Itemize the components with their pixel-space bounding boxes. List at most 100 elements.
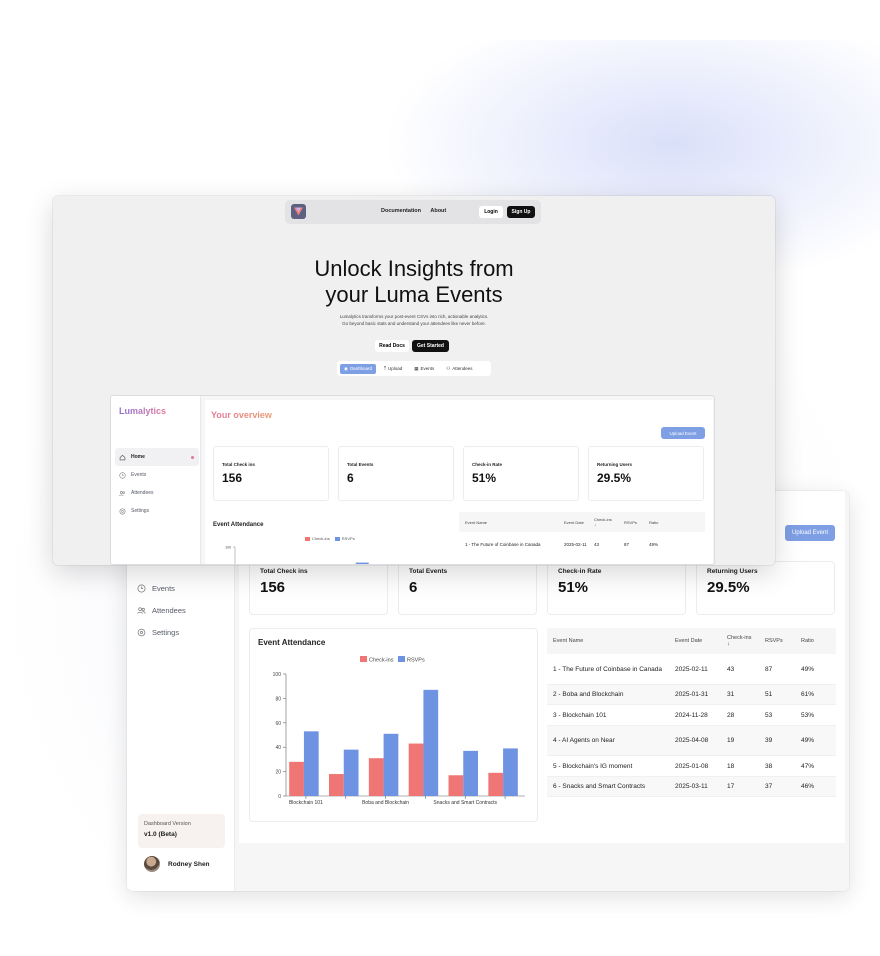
sidebar-item-settings[interactable]: Settings xyxy=(115,502,199,520)
sidebar-item-home[interactable]: Home xyxy=(115,448,199,466)
cell-rsvps: 87 xyxy=(624,541,630,547)
events-table: Event Name Event Date Check-ins ↓ RSVPs R… xyxy=(547,628,836,797)
sort-arrow-icon: ↓ xyxy=(594,522,596,527)
table-row[interactable]: 2 - Boba and Blockchain 2025-01-31 31 51… xyxy=(547,685,836,705)
read-docs-button[interactable]: Read Docs xyxy=(375,340,409,352)
stat-label: Check-in Rate xyxy=(472,462,503,467)
chart-legend: Check-ins RSVPs xyxy=(360,656,425,664)
signup-button[interactable]: Sign Up xyxy=(507,206,535,218)
upload-event-button[interactable]: Upload Event xyxy=(661,427,705,439)
y-tick-label: 100 xyxy=(225,546,231,550)
legend-checkins: Check-ins xyxy=(305,536,330,541)
bar-rsvps xyxy=(503,748,518,796)
hero-subtitle-line: Go beyond basic stats and understand you… xyxy=(342,321,486,326)
brand-name[interactable]: Lumalytics xyxy=(119,406,166,416)
sidebar-item-label: Settings xyxy=(131,508,150,514)
cell-date: 2025-01-08 xyxy=(675,762,709,770)
col-header-checkins[interactable]: Check-ins ↓ xyxy=(727,635,765,647)
col-header-date[interactable]: Event Date xyxy=(675,638,727,644)
col-header-rsvps[interactable]: RSVPs xyxy=(624,520,649,525)
cell-name: 2 - Boba and Blockchain xyxy=(553,691,624,698)
stat-label: Check-in Rate xyxy=(558,568,602,575)
cell-name: 1 - The Future of Coinbase in Canada xyxy=(553,665,663,673)
bar-check-ins xyxy=(448,775,464,796)
table-row[interactable]: 5 - Blockchain's IG moment 2025-01-08 18… xyxy=(547,756,836,777)
cell-ratio: 53% xyxy=(801,711,815,719)
col-header-label: Check-ins xyxy=(594,517,612,522)
sidebar-item-label: Settings xyxy=(152,627,180,637)
table-row[interactable]: 1 - The Future of Coinbase in Canada 202… xyxy=(459,532,705,556)
sidebar-item-events[interactable]: Events xyxy=(137,577,186,599)
preview-tabs: ◉ Dashboard ⤒ Upload ▦ Events ⚇ Attendee… xyxy=(337,361,491,376)
get-started-button[interactable]: Get Started xyxy=(412,340,449,352)
tab-upload[interactable]: ⤒ Upload xyxy=(380,364,406,374)
sidebar-item-events[interactable]: Events xyxy=(115,466,199,484)
gear-icon xyxy=(137,628,146,636)
y-tick-label: 0 xyxy=(278,794,281,800)
col-header-ratio[interactable]: Ratio xyxy=(649,520,669,525)
cell-date: 2025-03-11 xyxy=(675,783,708,790)
attendance-chart-preview: 100 xyxy=(225,546,369,564)
table-row[interactable]: 4 - AI Agents on Near 2025-04-08 19 39 4… xyxy=(547,726,836,756)
sidebar-item-attendees[interactable]: Attendees xyxy=(115,484,199,502)
sidebar-item-label: Attendees xyxy=(131,490,154,496)
stat-card-returning: Returning Users 29.5% xyxy=(696,561,835,615)
preview-sidebar: Lumalytics Home Events Attendees Setting… xyxy=(111,396,201,564)
x-tick-label: Blockchain 101 xyxy=(289,800,323,806)
login-button[interactable]: Login xyxy=(479,206,503,218)
logo[interactable] xyxy=(291,204,306,219)
legend-label: RSVPs xyxy=(341,536,355,541)
gear-icon xyxy=(119,508,126,514)
stat-label: Total Check ins xyxy=(260,568,308,575)
table-row[interactable]: 3 - Blockchain 101 2024-11-28 28 53 53% xyxy=(547,705,836,726)
sort-arrow-icon: ↓ xyxy=(727,641,730,647)
attendance-chart: Check-ins RSVPs 0 20 40 60 80 100 Blockchain 101… xyxy=(273,656,525,806)
tab-label: Events xyxy=(420,366,435,371)
bar-check-ins xyxy=(289,761,304,796)
tab-attendees[interactable]: ⚇ Attendees xyxy=(442,364,476,374)
user-profile[interactable]: Rodney Shen xyxy=(144,856,210,872)
preview-main: Your overview Upload Event Total Check i… xyxy=(205,400,713,564)
col-header-name[interactable]: Event Name xyxy=(547,638,675,644)
legend-label: Check-ins xyxy=(369,658,394,664)
upload-event-button[interactable]: Upload Event xyxy=(785,525,835,541)
cell-ratio: 47% xyxy=(801,762,815,770)
users-icon: ⚇ xyxy=(446,365,451,371)
cell-rsvps: 38 xyxy=(765,762,773,770)
stat-label: Total Events xyxy=(347,462,374,467)
cell-ratio: 49% xyxy=(801,665,815,673)
col-header-checkins[interactable]: Check-ins ↓ xyxy=(594,517,624,527)
tab-dashboard[interactable]: ◉ Dashboard xyxy=(340,363,376,374)
bar-check-ins xyxy=(488,772,504,796)
nav-links: Documentation About xyxy=(381,208,454,214)
hero-title-line: your Luma Events xyxy=(325,282,503,307)
y-tick-label: 60 xyxy=(275,721,281,727)
x-tick-label: Snacks and Smart Contracts xyxy=(433,800,497,806)
avatar xyxy=(144,856,160,872)
legend-swatch xyxy=(360,656,367,662)
app-preview: Lumalytics Home Events Attendees Setting… xyxy=(110,395,715,565)
col-header-name[interactable]: Event Name xyxy=(459,520,564,525)
nav-about[interactable]: About xyxy=(430,208,446,214)
bar-rsvps xyxy=(303,731,319,796)
col-header-rsvps[interactable]: RSVPs xyxy=(765,638,801,644)
sidebar-item-label: Events xyxy=(131,472,147,478)
sidebar-item-attendees[interactable]: Attendees xyxy=(137,599,186,621)
col-header-date[interactable]: Event Date xyxy=(564,520,594,525)
legend-rsvps: RSVPs xyxy=(334,536,355,541)
table-row[interactable]: 1 - The Future of Coinbase in Canada 202… xyxy=(547,654,836,685)
col-header-ratio[interactable]: Ratio xyxy=(801,638,831,644)
landing-window: Documentation About Login Sign Up Unlock… xyxy=(53,196,775,565)
sidebar-item-settings[interactable]: Settings xyxy=(137,621,186,643)
stat-value: 51% xyxy=(558,579,589,596)
table-row[interactable]: 6 - Snacks and Smart Contracts 2025-03-1… xyxy=(547,777,836,797)
cell-ratio: 61% xyxy=(801,691,815,698)
legend-swatch xyxy=(398,656,405,662)
stat-value: 51% xyxy=(472,471,497,485)
cell-checkins: 28 xyxy=(727,711,735,719)
tab-events[interactable]: ▦ Events xyxy=(410,364,438,374)
nav-documentation[interactable]: Documentation xyxy=(381,208,421,214)
cell-rsvps: 51 xyxy=(765,691,773,698)
cell-name: 6 - Snacks and Smart Contracts xyxy=(553,783,646,790)
clock-icon xyxy=(119,471,126,479)
